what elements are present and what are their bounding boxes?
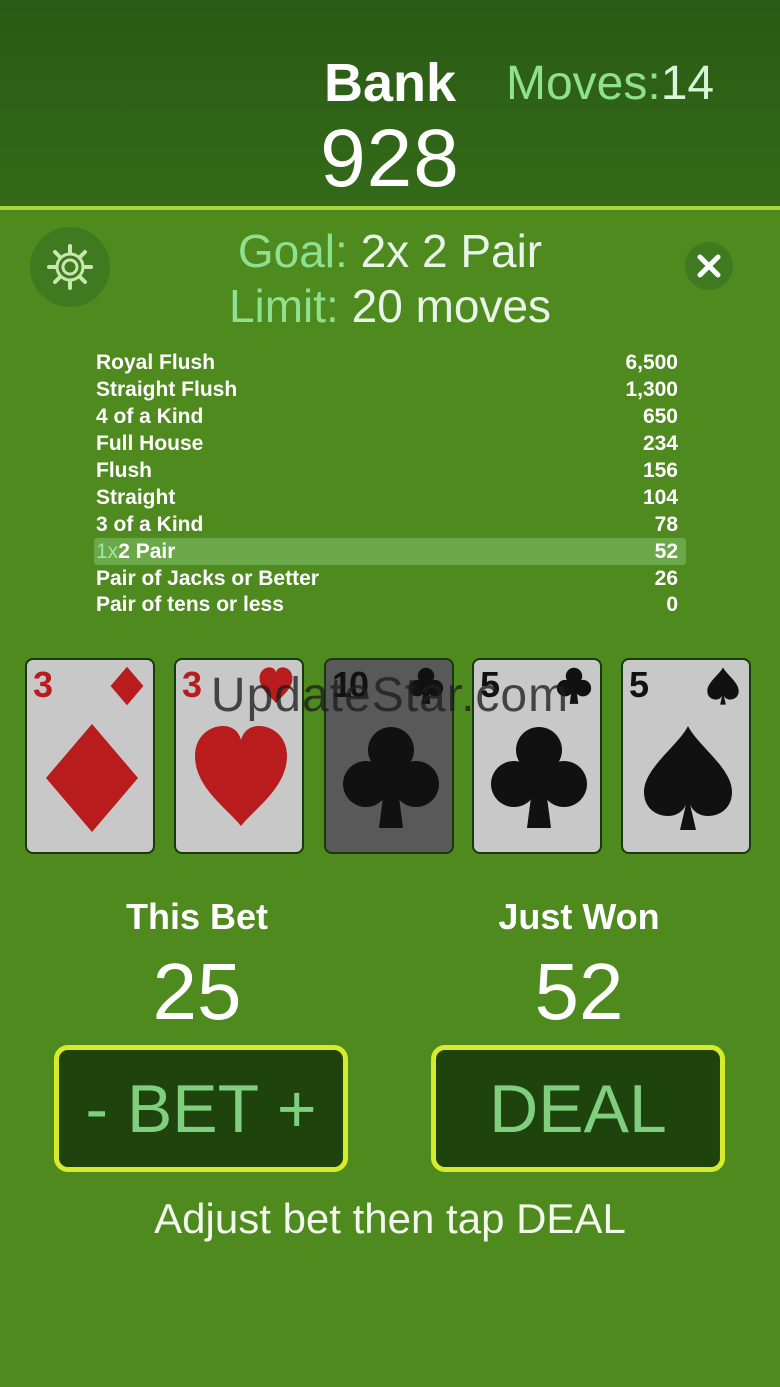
hand-payout: 234 [642,432,678,456]
hand-label: Pair of tens or less [96,593,284,617]
heart-icon [256,666,296,706]
hand-label: Pair of Jacks or Better [96,566,319,590]
this-bet-label: This Bet [125,896,268,937]
paytable-row: 4 of a Kind 650 [94,404,686,431]
hand-name: Royal Flush [96,351,215,375]
paytable-row: 3 of a Kind 78 [94,511,686,538]
club-icon [554,666,594,706]
paytable-row: Full House 234 [94,431,686,458]
card-rank: 5 [629,664,649,705]
hand-label: Straight Flush [96,378,238,402]
this-bet-value: 25 [152,947,242,1036]
hand-name: 1x2 Pair [96,540,175,564]
paytable-row: Pair of tens or less 0 [94,592,686,619]
hand-label: 3 of a Kind [96,512,204,536]
hand-label: Straight [96,485,176,509]
paytable-row: Pair of Jacks or Better 26 [94,565,686,592]
card-4[interactable]: 5 [472,658,602,854]
hand-payout: 26 [654,566,678,590]
goal-label: Goal: [237,225,348,277]
hand-payout: 1,300 [625,378,678,402]
hand-payout: 0 [666,593,678,617]
moves-label: Moves: [506,57,661,110]
hint-text: Adjust bet then tap DEAL [154,1195,626,1242]
heart-icon [191,722,291,834]
moves-count: 14 [660,57,715,110]
card-rank: 5 [480,664,500,705]
card-rank: 10 [332,664,369,705]
hand-name: Pair of Jacks or Better [96,567,319,591]
diamond-icon [42,722,142,834]
hand-payout: 78 [654,512,678,536]
goal-value: 2x 2 Pair [360,225,543,277]
goal-line: Goal: 2x 2 Pair [0,224,780,279]
hand-label: 2 Pair [118,539,176,563]
paytable-row: Flush 156 [94,458,686,485]
hand-name: Flush [96,459,152,483]
paytable-row: Straight 104 [94,484,686,511]
header-bar: Bank 928 Moves:14 [0,0,780,210]
hand-name: Pair of tens or less [96,593,284,617]
paytable: Royal Flush 6,500 Straight Flush 1,300 4 o… [94,350,686,619]
card-hand: 3 3 10 5 5 [25,658,755,854]
paytable-row-current: 1x2 Pair 52 [94,538,686,566]
paytable-row: Royal Flush 6,500 [94,350,686,377]
hand-name: 3 of a Kind [96,513,203,537]
spade-icon [638,722,738,834]
card-rank: 3 [33,664,53,705]
hand-payout: 104 [642,485,678,509]
card-2[interactable]: 3 [174,658,304,854]
hand-payout: 52 [654,539,678,563]
just-won-value: 52 [534,947,624,1036]
bet-button[interactable]: - BET + [54,1045,348,1172]
card-rank: 3 [182,664,202,705]
hand-label: Royal Flush [96,351,216,375]
goal-panel: Goal: 2x 2 Pair Limit: 20 moves [0,224,780,334]
hand-multiplier: 1x [96,539,119,563]
card-5[interactable]: 5 [621,658,751,854]
limit-value: 20 moves [351,280,552,332]
hand-payout: 156 [642,459,678,482]
card-3[interactable]: 10 [324,658,454,854]
limit-line: Limit: 20 moves [0,279,780,334]
hand-label: Full House [96,432,204,456]
hand-label: Flush [96,459,152,482]
hand-name: 4 of a Kind [96,405,203,429]
diamond-icon [107,666,147,706]
paytable-row: Straight Flush 1,300 [94,377,686,404]
hand-label: 4 of a Kind [96,405,204,429]
deal-button[interactable]: DEAL [431,1045,725,1172]
hand-name: Full House [96,432,203,456]
club-icon [341,722,441,834]
club-icon [489,722,589,834]
hand-name: Straight [96,486,175,510]
moves-counter: Moves:14 [506,56,714,111]
hand-payout: 6,500 [625,351,678,375]
hand-name: Straight Flush [96,378,237,402]
just-won-label: Just Won [498,896,660,937]
hand-payout: 650 [642,405,678,429]
card-1[interactable]: 3 [25,658,155,854]
club-icon [406,666,446,706]
spade-icon [703,666,743,706]
bank-value: 928 [320,113,460,204]
limit-label: Limit: [228,280,339,332]
